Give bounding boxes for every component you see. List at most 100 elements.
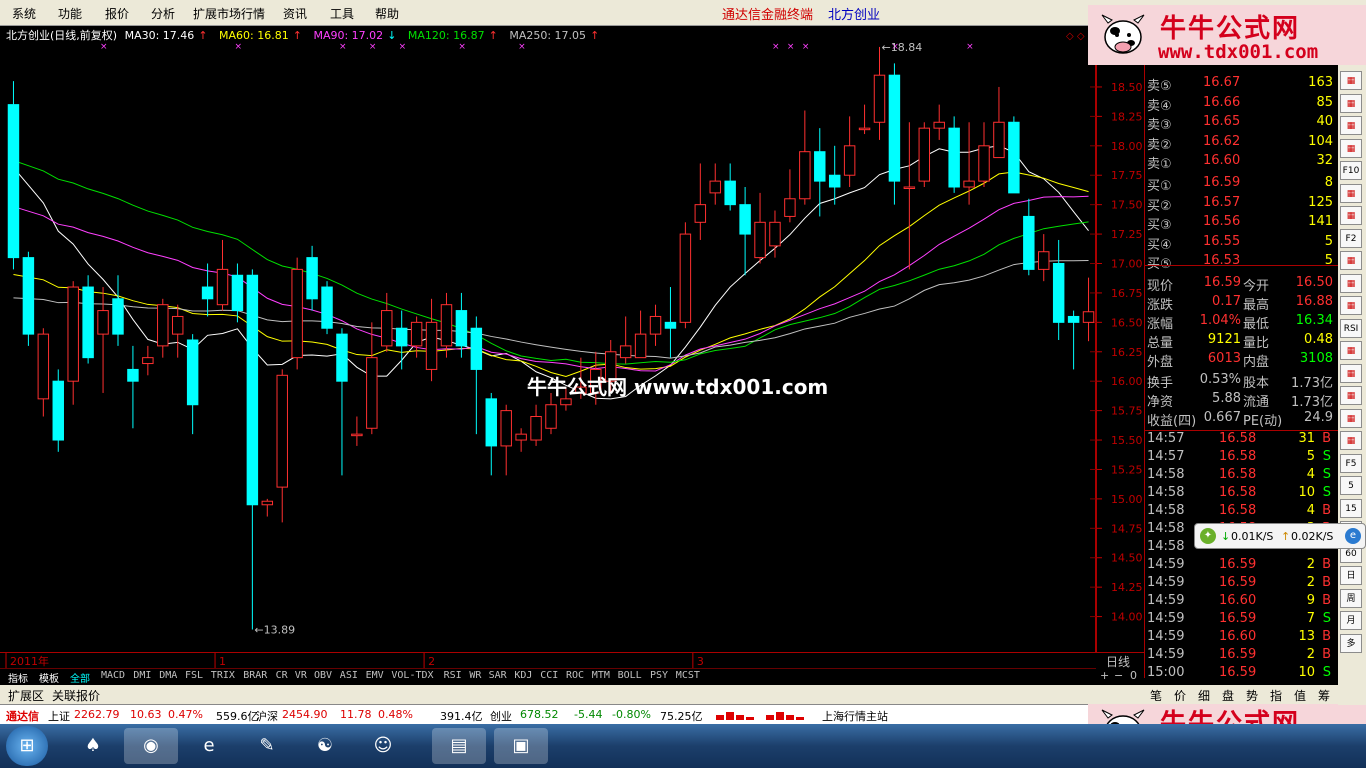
chart-tool-icon: ▦ [1346,368,1356,379]
indicator-tab[interactable]: RSI [444,670,462,681]
bid-row: 买② 16.57 125 [1147,195,1337,214]
quote-view-tab[interactable]: 值 [1294,687,1306,704]
tab-related-quotes[interactable]: 关联报价 [52,687,100,704]
right-toolbar-button[interactable]: ▦ [1340,206,1362,225]
right-toolbar-button[interactable]: 月 [1340,611,1362,630]
server-name[interactable]: 上海行情主站 [822,708,888,724]
ie-app-icon[interactable]: e [182,728,236,764]
indicator-tab[interactable]: KDJ [514,670,532,681]
tick-price: 16.60 [1219,593,1257,608]
indicator-tab[interactable]: CR [276,670,288,681]
menu-system[interactable]: 系统 [12,5,36,22]
cy-index-change: -5.44 [574,708,603,721]
indicator-tab[interactable]: DMI [133,670,151,681]
menu-news[interactable]: 资讯 [283,5,307,22]
handshake-app-icon[interactable]: ☯ [298,728,352,764]
menu-quote[interactable]: 报价 [105,5,129,22]
right-toolbar-button[interactable]: ▦ [1340,138,1362,158]
menu-function[interactable]: 功能 [58,5,82,22]
candle [157,298,169,358]
explorer-app-icon[interactable]: ▤ [432,728,486,764]
zoom-in-button[interactable]: + [1100,669,1109,682]
right-toolbar-button[interactable]: ▦ [1340,408,1362,428]
tab-extended-area[interactable]: 扩展区 [8,687,44,704]
right-toolbar-button[interactable]: 多 [1340,633,1362,653]
kline-chart-canvas: ×××××××××××××←18.84←13.89 [7,41,1108,637]
quote-view-tab[interactable]: 盘 [1222,687,1234,704]
quote-view-tab[interactable]: 指 [1270,687,1282,704]
indicator-tab[interactable]: VOL-TDX [391,670,433,681]
indicator-tab[interactable]: ASI [340,670,358,681]
ask-row: 卖⑤ 16.67 163 [1147,75,1337,94]
paint-app-icon[interactable]: ✎ [240,728,294,764]
indicator-tab[interactable]: OBV [314,670,332,681]
cards-app-icon[interactable]: ♠ [66,728,120,764]
menu-extended-market[interactable]: 扩展市场行情 [193,5,265,22]
candle [933,104,945,140]
right-toolbar-button[interactable]: 5 [1340,476,1362,495]
tick-side: S [1322,485,1331,500]
right-toolbar-button[interactable]: ▦ [1340,116,1362,135]
indicator-tab[interactable]: 全部 [70,670,90,685]
quote-view-tab[interactable]: 势 [1246,687,1258,704]
quote-view-tab[interactable]: 价 [1174,687,1186,704]
right-toolbar-button[interactable]: ▦ [1340,431,1362,450]
ask-volume: 40 [1316,114,1333,130]
ma30-label: MA30: 17.46 ↑ [124,29,208,42]
chrome-app-icon[interactable]: ◉ [124,728,178,764]
candle [395,310,408,370]
right-toolbar-button[interactable]: 日 [1340,566,1362,585]
menu-help[interactable]: 帮助 [375,5,399,22]
kline-chart[interactable]: ×××××××××××××←18.84←13.89 [0,26,1108,652]
indicator-tab[interactable]: EMV [366,670,384,681]
right-toolbar-button[interactable]: ▦ [1340,251,1362,270]
indicator-tab[interactable]: PSY [650,670,668,681]
indicator-tab[interactable]: 模板 [39,670,59,685]
indicator-tab[interactable]: 指标 [8,670,28,685]
right-toolbar-button[interactable]: F5 [1340,453,1362,473]
right-toolbar-button[interactable]: ▦ [1340,363,1362,383]
indicator-tab[interactable]: DMA [159,670,177,681]
bid-row: 买③ 16.56 141 [1147,214,1337,233]
start-button[interactable]: ⊞ [6,726,48,766]
ie-icon[interactable]: e [1345,528,1361,544]
indicator-tab[interactable]: VR [295,670,307,681]
right-toolbar-button[interactable]: ▦ [1340,296,1362,315]
right-toolbar-button[interactable]: F10 [1340,161,1362,180]
right-toolbar-button[interactable]: ▦ [1340,183,1362,203]
indicator-tab[interactable]: SAR [489,670,507,681]
zoom-out-button[interactable]: − [1114,669,1123,682]
quote-view-tab[interactable]: 笔 [1150,687,1162,704]
menu-tools[interactable]: 工具 [330,5,354,22]
right-toolbar-button[interactable]: ▦ [1340,93,1362,113]
right-toolbar-button[interactable]: 周 [1340,588,1362,608]
right-toolbar-button[interactable]: F2 [1340,228,1362,248]
quote-view-tab[interactable]: 细 [1198,687,1210,704]
indicator-tab[interactable]: MTM [592,670,610,681]
quote-view-tab[interactable]: 筹 [1318,687,1330,704]
indicator-tab[interactable]: FSL [185,670,203,681]
zoom-reset-button[interactable]: 0 [1130,669,1137,682]
indicator-tab[interactable]: TRIX [211,670,235,681]
indicator-tab[interactable]: ROC [566,670,584,681]
right-toolbar-button[interactable]: 15 [1340,498,1362,518]
network-icon[interactable]: ✦ [1200,528,1216,544]
menu-analysis[interactable]: 分析 [151,5,175,22]
indicator-tab[interactable]: BOLL [618,670,642,681]
indicator-tab[interactable]: BRAR [243,670,267,681]
sh-index-change: 10.63 [130,708,162,721]
indicator-tab[interactable]: CCI [540,670,558,681]
right-toolbar-button[interactable]: ▦ [1340,71,1362,90]
stat-label: 总量 [1147,336,1174,351]
right-toolbar-button[interactable]: ▦ [1340,273,1362,293]
indicator-tab[interactable]: MCST [676,670,700,681]
right-toolbar-button[interactable]: ▦ [1340,386,1362,405]
zoom-controls[interactable]: + − 0 [1096,668,1144,685]
right-toolbar-button[interactable]: RSI [1340,318,1362,338]
tdx-app-icon[interactable]: ▣ [494,728,548,764]
candle [127,345,139,429]
qq-app-icon[interactable]: ☺ [356,728,410,764]
indicator-tab[interactable]: WR [469,670,481,681]
right-toolbar-button[interactable]: ▦ [1340,341,1362,360]
indicator-tab[interactable]: MACD [101,670,125,681]
